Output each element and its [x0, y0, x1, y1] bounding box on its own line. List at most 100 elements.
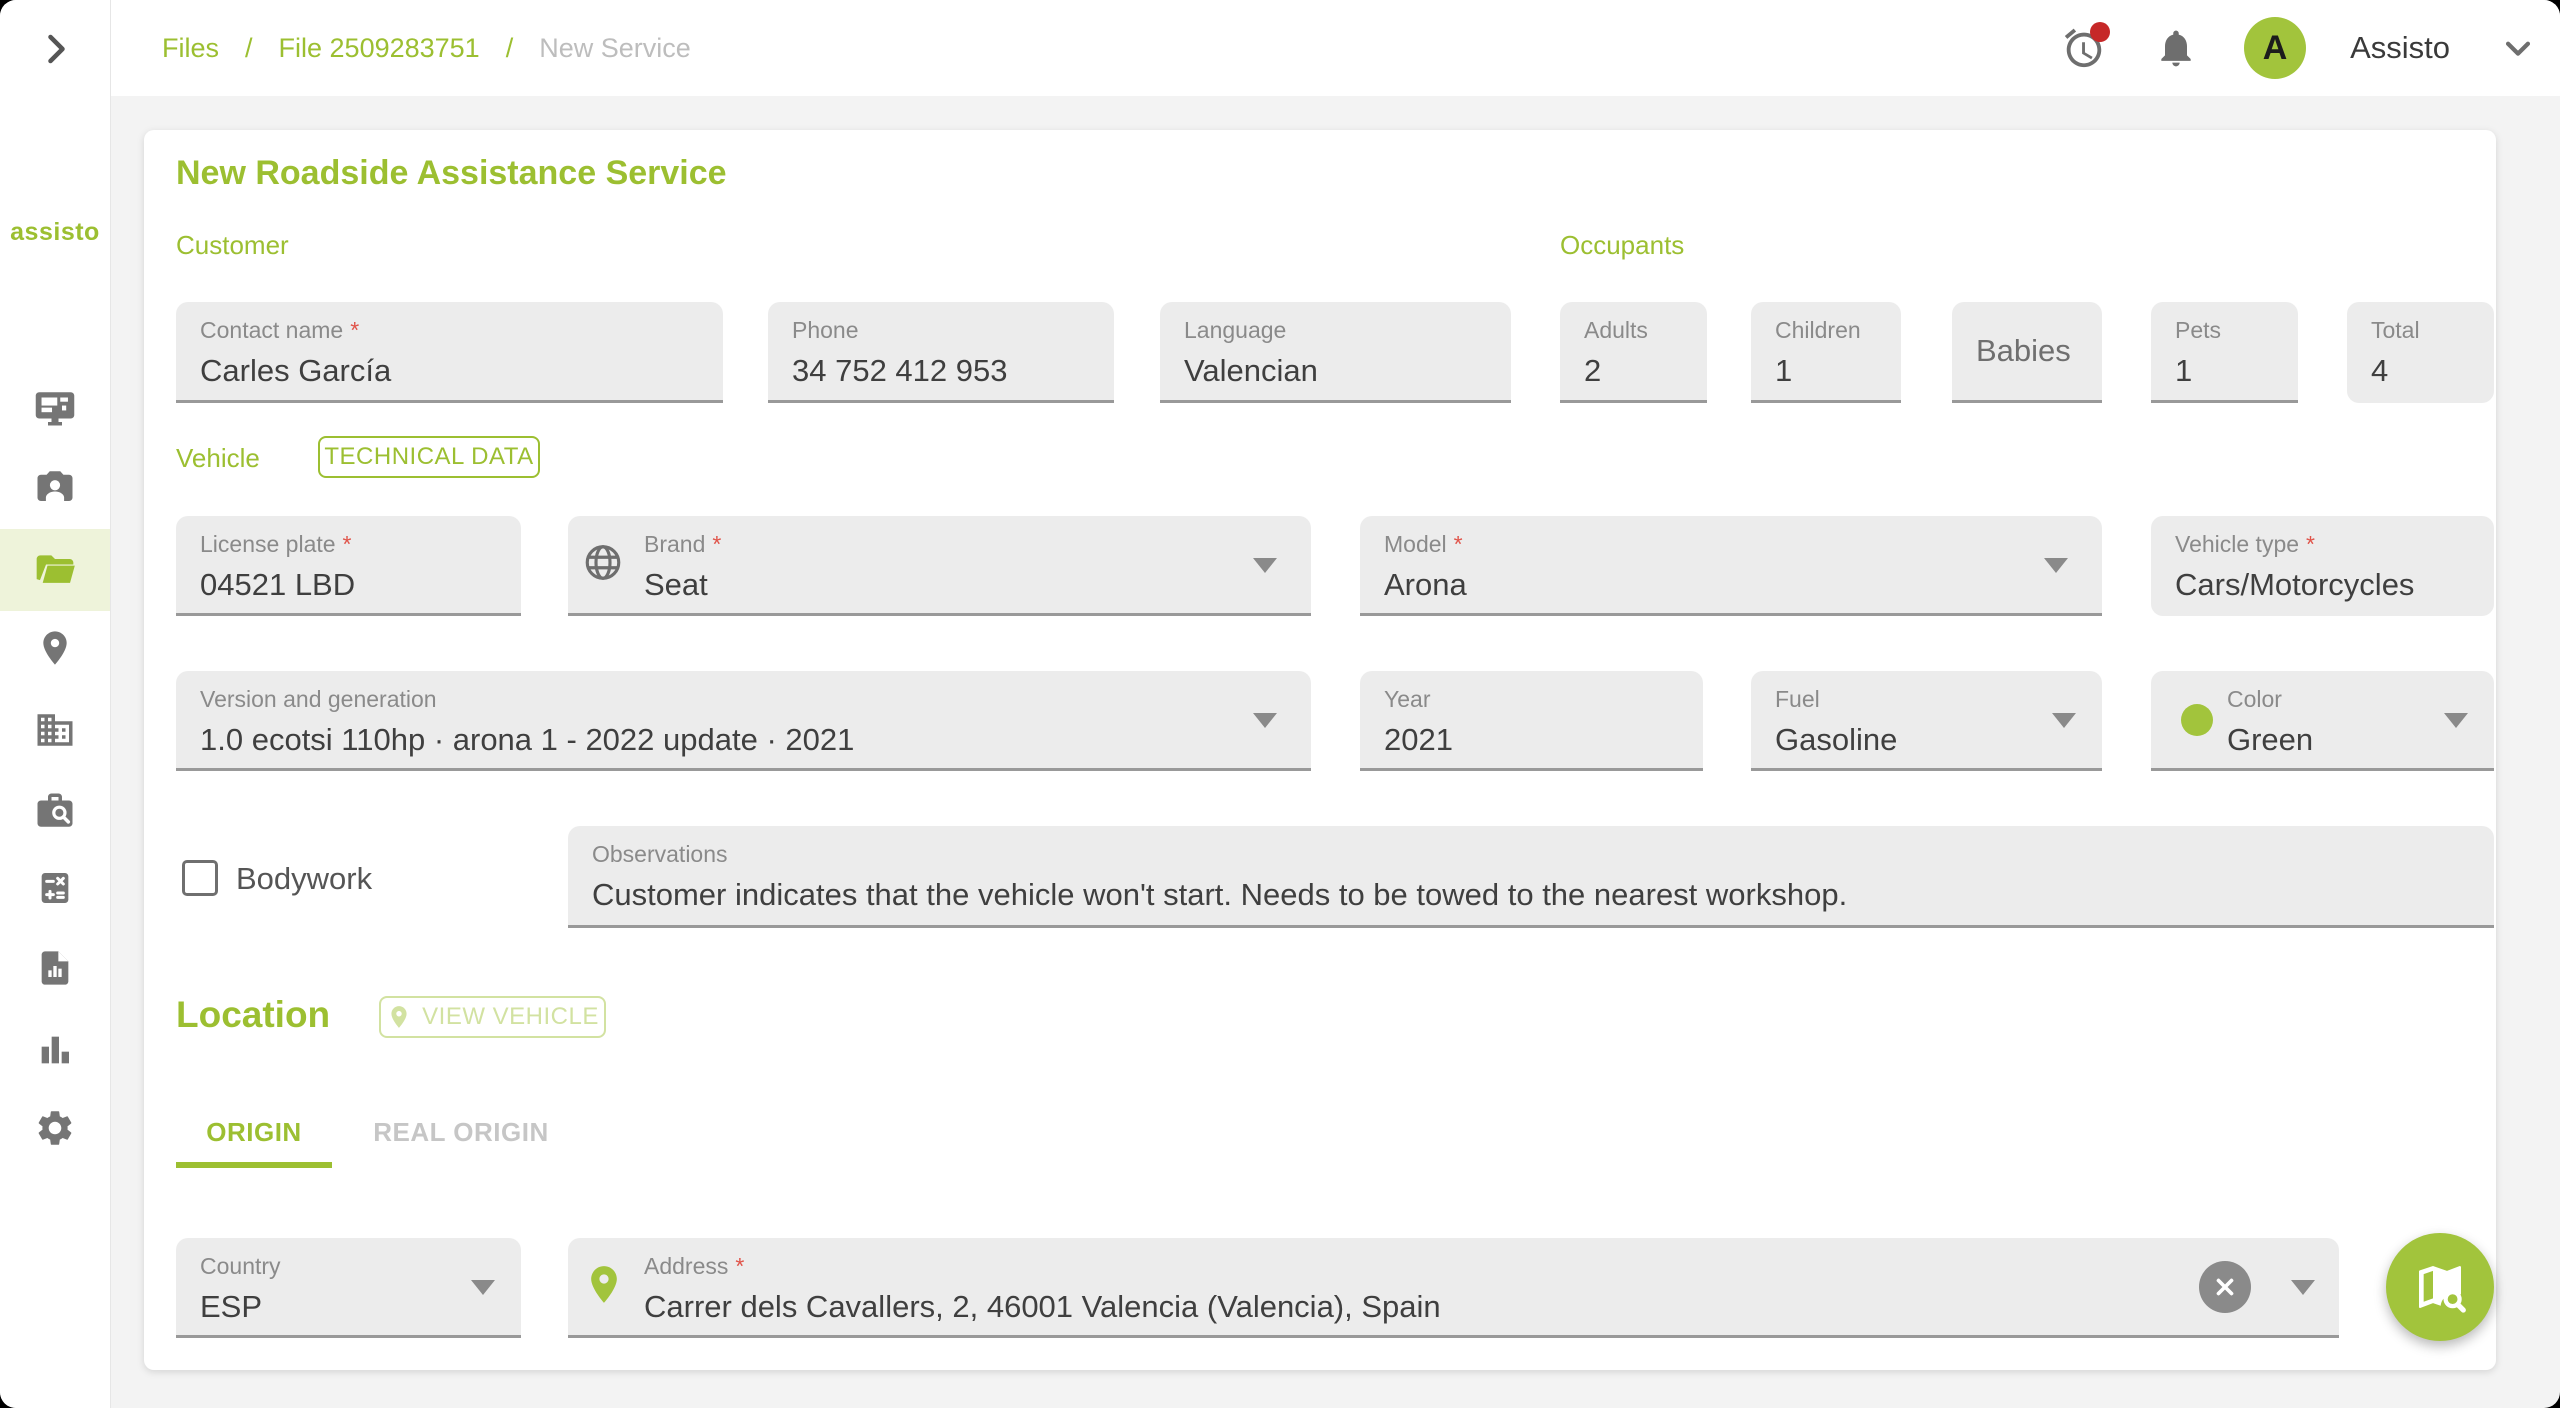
observations-label: Observations [592, 841, 728, 868]
chevron-down-icon [2501, 31, 2535, 65]
active-tab-indicator [176, 1162, 332, 1168]
vehicle-type-label: Vehicle type* [2175, 531, 2315, 558]
bodywork-label: Bodywork [236, 861, 372, 897]
observations-field[interactable]: Observations Customer indicates that the… [568, 826, 2494, 928]
place-pin-icon [35, 628, 75, 668]
phone-field[interactable]: Phone 34 752 412 953 [768, 302, 1114, 403]
babies-label: Babies [1976, 302, 2071, 400]
language-field[interactable]: Language Valencian [1160, 302, 1511, 403]
technical-data-button[interactable]: TECHNICAL DATA [318, 436, 540, 478]
breadcrumb-file-link[interactable]: File 2509283751 [279, 33, 480, 64]
view-vehicle-button[interactable]: VIEW VEHICLE [379, 996, 606, 1038]
sidebar-item-statistics[interactable] [0, 1010, 110, 1090]
breadcrumb-separator: / [245, 33, 253, 64]
country-select[interactable]: Country ESP [176, 1238, 521, 1338]
color-value: Green [2227, 722, 2313, 758]
sidebar-item-locations[interactable] [0, 608, 110, 688]
alarm-clock-button[interactable] [2060, 24, 2108, 72]
model-value: Arona [1384, 567, 1467, 603]
color-label: Color [2227, 686, 2282, 713]
total-label: Total [2371, 317, 2420, 344]
license-plate-field[interactable]: License plate* 04521 LBD [176, 516, 521, 616]
dropdown-caret-icon [2052, 713, 2076, 728]
sidebar-item-case-search[interactable] [0, 771, 110, 851]
brand-label: Brand* [644, 531, 721, 558]
year-value: 2021 [1384, 722, 1453, 758]
version-label: Version and generation [200, 686, 437, 713]
dropdown-caret-icon [471, 1280, 495, 1295]
calculator-icon [35, 868, 75, 908]
vehicle-type-field: Vehicle type* Cars/Motorcycles [2151, 516, 2494, 616]
fuel-select[interactable]: Fuel Gasoline [1751, 671, 2102, 771]
notifications-button[interactable] [2152, 24, 2200, 72]
adults-field[interactable]: Adults 2 [1560, 302, 1707, 403]
address-value: Carrer dels Cavallers, 2, 46001 Valencia… [644, 1289, 1441, 1325]
user-name: Assisto [2350, 30, 2450, 66]
breadcrumb-files-link[interactable]: Files [162, 33, 219, 64]
sidebar-expand-button[interactable] [0, 24, 110, 74]
country-label: Country [200, 1253, 281, 1280]
pets-field[interactable]: Pets 1 [2151, 302, 2298, 403]
contact-name-field[interactable]: Contact name* Carles García [176, 302, 723, 403]
address-field[interactable]: Address* Carrer dels Cavallers, 2, 46001… [568, 1238, 2339, 1338]
required-asterisk: * [2306, 531, 2315, 557]
phone-label: Phone [792, 317, 859, 344]
sidebar-item-settings[interactable] [0, 1088, 110, 1168]
globe-icon [582, 541, 624, 588]
sidebar-item-contacts[interactable] [0, 447, 110, 527]
adults-value: 2 [1584, 353, 1601, 389]
page-title: New Roadside Assistance Service [176, 154, 727, 193]
color-select[interactable]: Color Green [2151, 671, 2494, 771]
sidebar-item-companies[interactable] [0, 690, 110, 770]
building-icon [34, 709, 76, 751]
total-value: 4 [2371, 353, 2388, 389]
map-search-icon [2412, 1259, 2468, 1315]
babies-field[interactable]: Babies [1952, 302, 2102, 403]
map-search-button[interactable] [2386, 1233, 2494, 1341]
required-asterisk: * [1454, 531, 1463, 557]
brand-select[interactable]: Brand* Seat [568, 516, 1311, 616]
pets-value: 1 [2175, 353, 2192, 389]
children-field[interactable]: Children 1 [1751, 302, 1901, 403]
place-pin-icon [386, 1004, 412, 1030]
sidebar-item-calculator[interactable] [0, 848, 110, 928]
user-avatar[interactable]: A [2244, 17, 2306, 79]
user-menu-button[interactable] [2494, 24, 2542, 72]
open-folder-icon [33, 548, 77, 592]
tab-origin[interactable]: ORIGIN [176, 1117, 332, 1148]
topbar: Files / File 2509283751 / New Service A … [110, 0, 2560, 96]
dropdown-caret-icon [2044, 558, 2068, 573]
dropdown-caret-icon [2291, 1280, 2315, 1295]
sidebar-item-reports[interactable] [0, 928, 110, 1008]
contact-name-value: Carles García [200, 353, 391, 389]
dropdown-caret-icon [1253, 713, 1277, 728]
model-select[interactable]: Model* Arona [1360, 516, 2102, 616]
app-window: assisto [0, 0, 2560, 1408]
phone-value: 34 752 412 953 [792, 353, 1008, 389]
notification-badge [2090, 22, 2110, 42]
adults-label: Adults [1584, 317, 1648, 344]
sidebar-item-dashboard[interactable] [0, 368, 110, 448]
bodywork-checkbox[interactable] [182, 860, 218, 896]
dropdown-caret-icon [1253, 558, 1277, 573]
version-select[interactable]: Version and generation 1.0 ecotsi 110hp … [176, 671, 1311, 771]
required-asterisk: * [735, 1253, 744, 1279]
sidebar: assisto [0, 0, 111, 1408]
address-label: Address* [644, 1253, 744, 1280]
breadcrumb-current-page: New Service [539, 33, 691, 64]
language-label: Language [1184, 317, 1286, 344]
year-field[interactable]: Year 2021 [1360, 671, 1703, 771]
clear-address-button[interactable] [2199, 1261, 2251, 1313]
tab-real-origin[interactable]: REAL ORIGIN [356, 1117, 566, 1148]
chevron-right-icon [37, 31, 73, 67]
country-value: ESP [200, 1289, 262, 1325]
fuel-value: Gasoline [1775, 722, 1897, 758]
customer-section-heading: Customer [176, 230, 289, 261]
new-service-card: New Roadside Assistance Service Customer… [144, 130, 2496, 1370]
required-asterisk: * [350, 317, 359, 343]
sidebar-item-files[interactable] [0, 529, 110, 611]
contact-badge-icon [34, 466, 76, 508]
vehicle-section-heading: Vehicle [176, 443, 260, 474]
technical-data-button-label: TECHNICAL DATA [324, 443, 533, 471]
children-label: Children [1775, 317, 1861, 344]
